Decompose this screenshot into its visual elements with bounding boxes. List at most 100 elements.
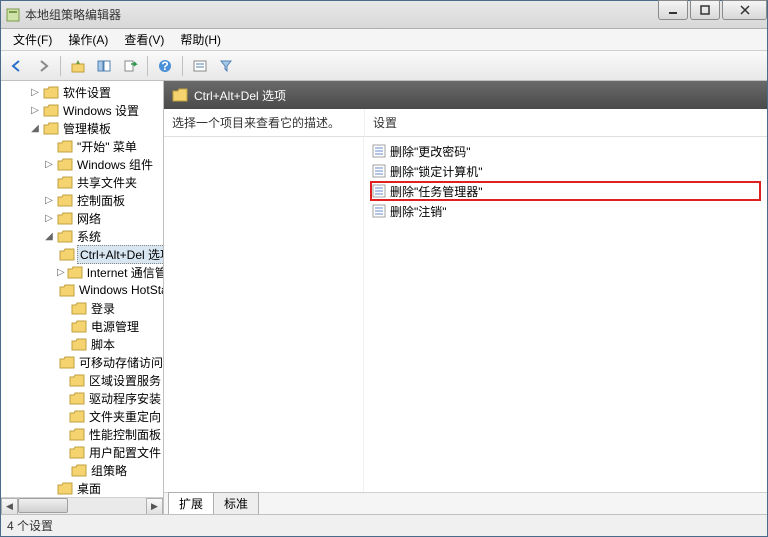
folder-icon [57,481,73,495]
folder-icon [67,265,83,279]
tree-twisty[interactable]: ▷ [57,267,65,278]
close-button[interactable] [722,0,767,20]
tree-twisty[interactable]: ◢ [29,123,41,134]
path-header: Ctrl+Alt+Del 选项 [164,81,767,109]
folder-icon [59,355,75,369]
up-button[interactable] [66,54,90,78]
toolbar-separator [60,56,61,76]
tree-item[interactable]: ◢管理模板 [1,119,163,137]
menubar: 文件(F) 操作(A) 查看(V) 帮助(H) [1,29,767,51]
scroll-right-arrow[interactable]: ▶ [146,498,163,515]
tree-item[interactable]: 用户配置文件 [1,443,163,461]
list-item[interactable]: 删除"锁定计算机" [370,161,761,181]
path-header-text: Ctrl+Alt+Del 选项 [194,87,286,104]
export-button[interactable] [118,54,142,78]
tree-item[interactable]: 共享文件夹 [1,173,163,191]
tree-item[interactable]: ▷ 控制面板 [1,191,163,209]
tree-item[interactable]: 可移动存储访问 [1,353,163,371]
scroll-left-arrow[interactable]: ◀ [1,498,18,515]
tree-item-label: 组策略 [89,462,129,479]
tree-item[interactable]: 桌面 [1,479,163,497]
show-hide-tree-button[interactable] [92,54,116,78]
status-text: 4 个设置 [7,517,53,534]
filter-button[interactable] [214,54,238,78]
tree-item[interactable]: ▷ Windows 设置 [1,101,163,119]
toolbar-separator [182,56,183,76]
help-button[interactable]: ? [153,54,177,78]
folder-icon [43,103,59,117]
tree-view[interactable]: ▷ 软件设置 ▷ Windows 设置◢管理模板"开始" 菜单▷Windows 组件共… [1,81,163,497]
statusbar: 4 个设置 [1,514,767,536]
list-item-label: 删除"更改密码" [390,143,471,160]
properties-button[interactable] [188,54,212,78]
policy-icon [372,164,386,178]
scroll-track[interactable] [18,498,146,515]
tree-item-label: 控制面板 [75,192,127,209]
tree-item-label: 驱动程序安装 [87,390,163,407]
tree-item[interactable]: 性能控制面板 [1,425,163,443]
folder-icon [69,391,85,405]
tree-item[interactable]: ▷Windows 组件 [1,155,163,173]
window-controls [658,0,767,20]
tree-item[interactable]: 组策略 [1,461,163,479]
tree-item[interactable]: 驱动程序安装 [1,389,163,407]
tree-item[interactable]: Windows HotStart [1,281,163,299]
minimize-button[interactable] [658,0,688,20]
tree-item-label: 登录 [89,300,117,317]
tree-item[interactable]: 区域设置服务 [1,371,163,389]
tree-item[interactable]: ▷ 网络 [1,209,163,227]
tree-item[interactable]: 文件夹重定向 [1,407,163,425]
tree-item-label: 软件设置 [61,84,113,101]
tree-twisty[interactable]: ▷ [29,87,41,98]
forward-button[interactable] [31,54,55,78]
tree-item-label: 文件夹重定向 [87,408,163,425]
horizontal-scrollbar[interactable]: ◀ ▶ [1,497,163,514]
tree-item[interactable]: 登录 [1,299,163,317]
tree-item[interactable]: 电源管理 [1,317,163,335]
tree-item[interactable]: ▷ 软件设置 [1,83,163,101]
tree-item-label: 可移动存储访问 [77,354,163,371]
tree-item-label: 共享文件夹 [75,174,139,191]
svg-text:?: ? [161,59,168,73]
folder-icon [59,283,75,297]
titlebar: 本地组策略编辑器 [1,1,767,29]
tree-twisty[interactable]: ▷ [43,195,55,206]
tree-twisty[interactable]: ▷ [43,213,55,224]
tree-item[interactable]: ▷ Internet 通信管理 [1,263,163,281]
tree-item-label: 桌面 [75,480,103,497]
tree-item-label: 脚本 [89,336,117,353]
folder-icon [43,85,59,99]
menu-action[interactable]: 操作(A) [62,29,114,50]
maximize-button[interactable] [690,0,720,20]
tree-item[interactable]: 脚本 [1,335,163,353]
tree-item-label: 网络 [75,210,103,227]
tree-item[interactable]: "开始" 菜单 [1,137,163,155]
tree-item-label: 区域设置服务 [87,372,163,389]
list-item-label: 删除"锁定计算机" [390,163,483,180]
column-header-row: 选择一个项目来查看它的描述。 设置 [164,109,767,137]
tree-item-label: 性能控制面板 [87,426,163,443]
tab-standard[interactable]: 标准 [213,492,259,514]
tree-item-label: Windows 设置 [61,102,141,119]
policy-icon [372,144,386,158]
menu-help[interactable]: 帮助(H) [174,29,227,50]
settings-column-header[interactable]: 设置 [364,109,767,136]
tree-item-label: 用户配置文件 [87,444,163,461]
tree-twisty[interactable]: ◢ [43,231,55,242]
folder-icon [57,229,73,243]
list-item[interactable]: 删除"任务管理器" [370,181,761,201]
tab-extended[interactable]: 扩展 [168,492,214,514]
tree-item[interactable]: Ctrl+Alt+Del 选项 [1,245,163,263]
tree-twisty[interactable]: ▷ [43,159,55,170]
tree-twisty[interactable]: ▷ [29,105,41,116]
list-item[interactable]: 删除"注销" [370,201,761,221]
menu-file[interactable]: 文件(F) [7,29,58,50]
list-item[interactable]: 删除"更改密码" [370,141,761,161]
tree-pane: ▷ 软件设置 ▷ Windows 设置◢管理模板"开始" 菜单▷Windows 组件共… [1,81,164,514]
settings-list: 删除"更改密码" 删除"锁定计算机"删除"任务管理器"删除"注销" [364,137,767,492]
back-button[interactable] [5,54,29,78]
tree-item-label: Internet 通信管理 [85,264,163,281]
scroll-thumb[interactable] [18,498,68,513]
tree-item[interactable]: ◢系统 [1,227,163,245]
menu-view[interactable]: 查看(V) [118,29,170,50]
